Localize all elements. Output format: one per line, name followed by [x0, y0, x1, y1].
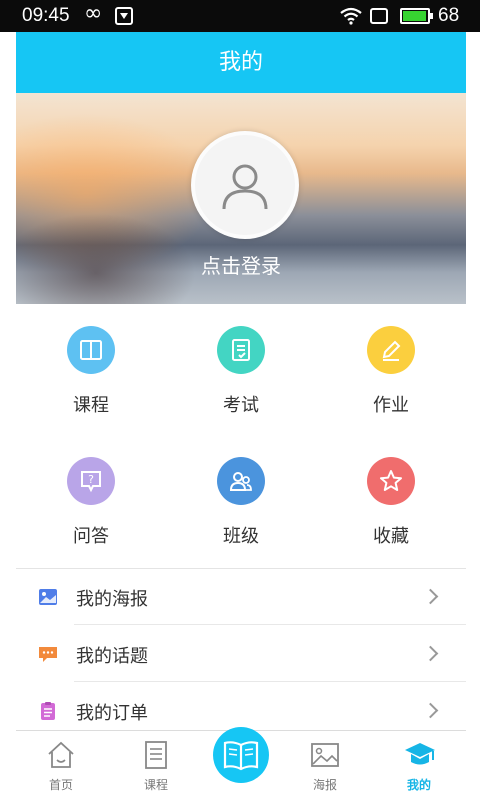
tab-mine[interactable]: 我的: [374, 731, 464, 801]
order-clipboard-icon: [41, 702, 55, 720]
wifi-icon: [340, 7, 362, 25]
grid-item-label: 作业: [373, 395, 409, 416]
status-time: 09:45: [22, 5, 70, 26]
grid-item-label: 课程: [73, 395, 109, 416]
avatar[interactable]: [191, 131, 299, 239]
topic-chat-icon: [39, 647, 57, 662]
tab-poster[interactable]: 海报: [280, 731, 370, 801]
list-item-my-topics[interactable]: 我的话题: [16, 626, 466, 682]
status-bar: 09:45 ∞ 68: [0, 0, 480, 32]
notification-icon: [115, 7, 133, 25]
pencil-icon: [382, 340, 401, 361]
chevron-right-icon: [422, 702, 439, 719]
chevron-right-icon: [422, 588, 439, 605]
list-item-label: 我的订单: [76, 703, 148, 724]
grid-item-label: 考试: [223, 395, 259, 416]
course-list-icon: [145, 741, 167, 769]
infinity-icon: ∞: [84, 1, 103, 26]
tab-label: 海报: [312, 778, 337, 792]
tab-label: 课程: [143, 778, 168, 792]
tab-label: 首页: [48, 778, 73, 792]
svg-text:?: ?: [88, 473, 94, 486]
battery-level: 68: [438, 5, 460, 26]
tab-home[interactable]: 首页: [16, 731, 106, 801]
user-icon: [222, 164, 268, 210]
book-icon: [80, 340, 102, 360]
signal-icon: [370, 8, 388, 24]
grid-item-class[interactable]: 班级: [166, 435, 316, 565]
battery-icon: [400, 8, 433, 24]
center-book-icon: [223, 741, 259, 771]
login-link[interactable]: 点击登录: [16, 250, 466, 279]
tab-center[interactable]: [196, 727, 286, 801]
chevron-right-icon: [422, 645, 439, 662]
bottom-tab-bar: 首页 课程 海报 我的: [16, 727, 466, 801]
question-bubble-icon: ?: [81, 471, 101, 493]
star-icon: [380, 470, 402, 491]
profile-header: 点击登录: [16, 93, 466, 304]
grid-item-favorites[interactable]: 收藏: [316, 435, 466, 565]
grid-item-label: 问答: [73, 526, 109, 547]
poster-icon: [39, 589, 57, 605]
grid-item-label: 收藏: [373, 526, 409, 547]
list-item-label: 我的海报: [76, 589, 148, 610]
exam-paper-icon: [232, 339, 250, 361]
grid-item-exam[interactable]: 考试: [166, 304, 316, 434]
center-action-button[interactable]: [213, 727, 269, 783]
grid-item-course[interactable]: 课程: [16, 304, 166, 434]
poster-image-icon: [311, 743, 339, 767]
grid-item-homework[interactable]: 作业: [316, 304, 466, 434]
grid-item-label: 班级: [223, 526, 259, 547]
list-item-label: 我的话题: [76, 646, 148, 667]
home-icon: [48, 741, 74, 768]
tab-course[interactable]: 课程: [111, 731, 201, 801]
page-title: 我的: [16, 32, 466, 93]
tab-label: 我的: [406, 778, 431, 792]
list-item-my-posters[interactable]: 我的海报: [16, 569, 466, 625]
grid-item-qa[interactable]: ? 问答: [16, 435, 166, 565]
graduation-cap-icon: [405, 743, 435, 765]
class-users-icon: [229, 472, 252, 491]
